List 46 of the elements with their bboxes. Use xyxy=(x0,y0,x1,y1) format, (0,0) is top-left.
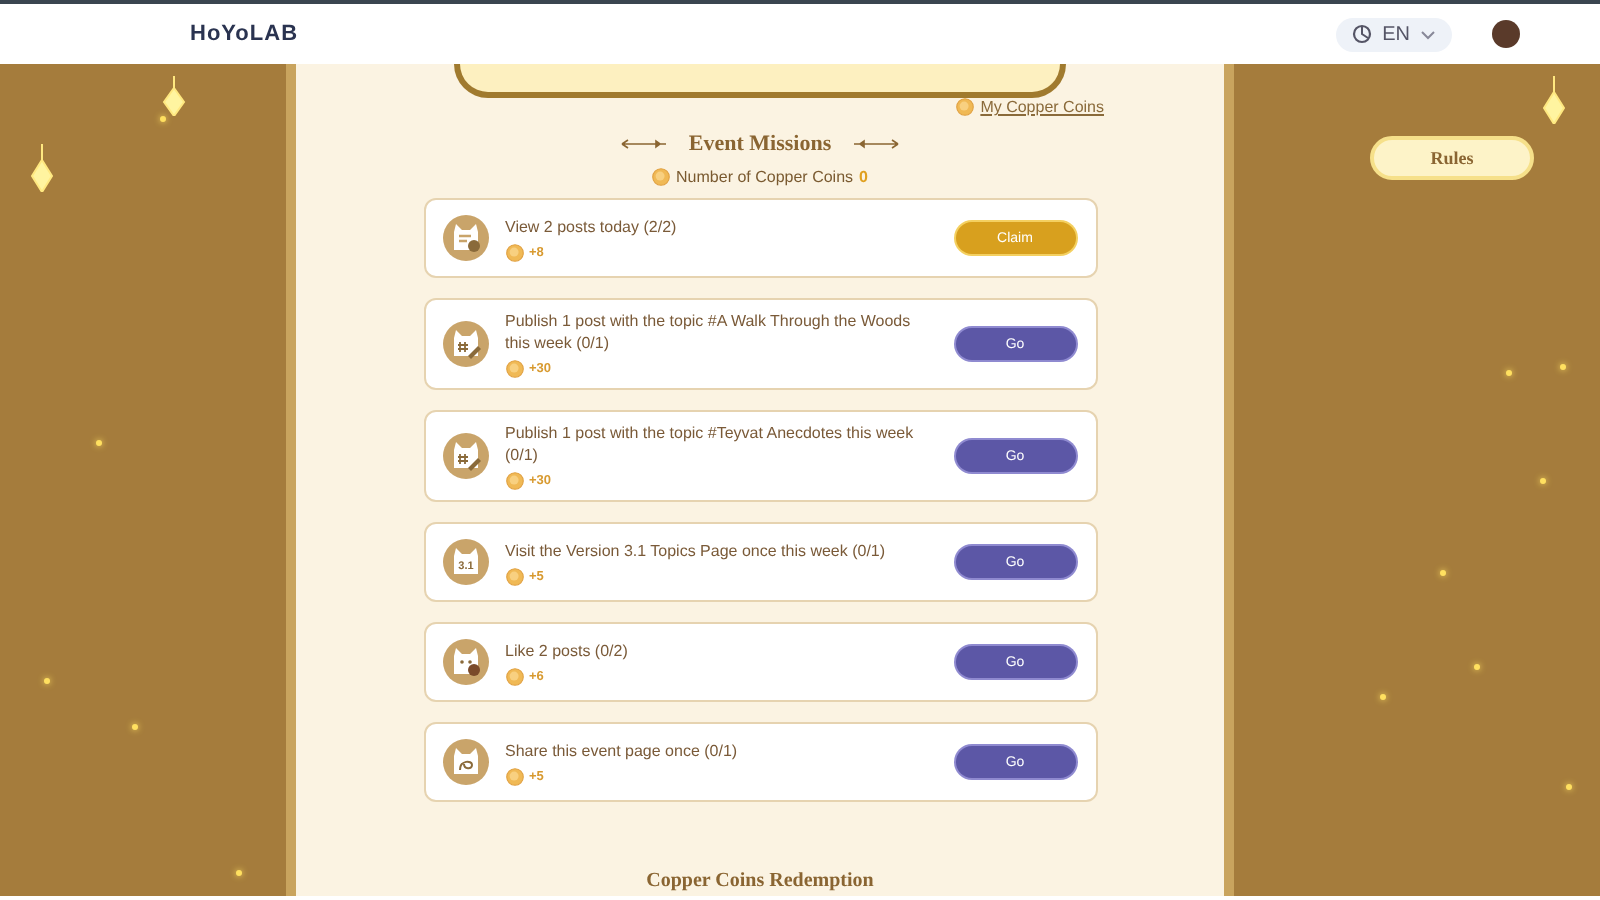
mission-icon xyxy=(441,638,489,686)
coin-icon xyxy=(505,472,523,490)
mission-title: View 2 posts today (2/2) xyxy=(505,215,679,237)
language-selector[interactable]: EN xyxy=(1336,17,1452,51)
sparkle-icon xyxy=(1474,664,1480,670)
coin-icon xyxy=(505,360,523,378)
coin-count-value: 0 xyxy=(859,168,868,186)
coin-icon xyxy=(505,567,523,585)
hanging-gem-icon xyxy=(1540,76,1568,124)
mission-icon xyxy=(441,214,489,262)
sparkle-icon xyxy=(1440,570,1446,576)
sparkle-icon xyxy=(1540,478,1546,484)
mission-title: Like 2 posts (0/2) xyxy=(505,639,630,661)
mission-icon xyxy=(441,320,489,368)
sparkle-icon xyxy=(1560,364,1566,370)
sparkle-icon xyxy=(132,724,138,730)
sparkle-icon xyxy=(44,678,50,684)
coin-icon xyxy=(505,767,523,785)
coin-icon xyxy=(652,168,671,186)
mission-title: Publish 1 post with the topic #Teyvat Anecdotes this week (0/1) xyxy=(505,422,916,466)
mission-icon xyxy=(441,432,489,480)
sparkle-icon xyxy=(1380,694,1386,700)
coin-icon xyxy=(505,667,523,685)
mission-icon xyxy=(441,738,489,786)
my-copper-coins-link[interactable]: My Copper Coins xyxy=(956,98,1104,116)
hanging-gem-icon xyxy=(160,76,188,116)
sparkle-icon xyxy=(160,116,166,122)
arrow-ornament-icon xyxy=(620,138,669,150)
section-title: Copper Coins Redemption xyxy=(646,870,874,892)
section-title: Event Missions xyxy=(688,132,832,156)
arrow-ornament-icon xyxy=(851,138,900,150)
mission-title: Share this event page once (0/1) xyxy=(505,739,740,761)
rules-button[interactable]: Rules xyxy=(1370,136,1534,180)
sparkle-icon xyxy=(96,440,102,446)
sparkle-icon xyxy=(236,870,242,876)
mission-title: Visit the Version 3.1 Topics Page once this week (0/1) xyxy=(505,539,888,561)
chevron-down-icon xyxy=(1420,29,1436,39)
user-avatar[interactable] xyxy=(1492,20,1520,48)
coin-count-label: Number of Copper Coins xyxy=(676,168,854,186)
coin-icon xyxy=(505,243,523,261)
sparkle-icon xyxy=(1506,370,1512,376)
sparkle-icon xyxy=(1566,784,1572,790)
coin-icon xyxy=(956,98,975,116)
hoyolab-logo[interactable]: HoYoLAB xyxy=(190,22,299,46)
mission-title: Publish 1 post with the topic #A Walk Through the Woods this week (0/1) xyxy=(505,310,913,354)
hanging-gem-icon xyxy=(28,144,56,192)
